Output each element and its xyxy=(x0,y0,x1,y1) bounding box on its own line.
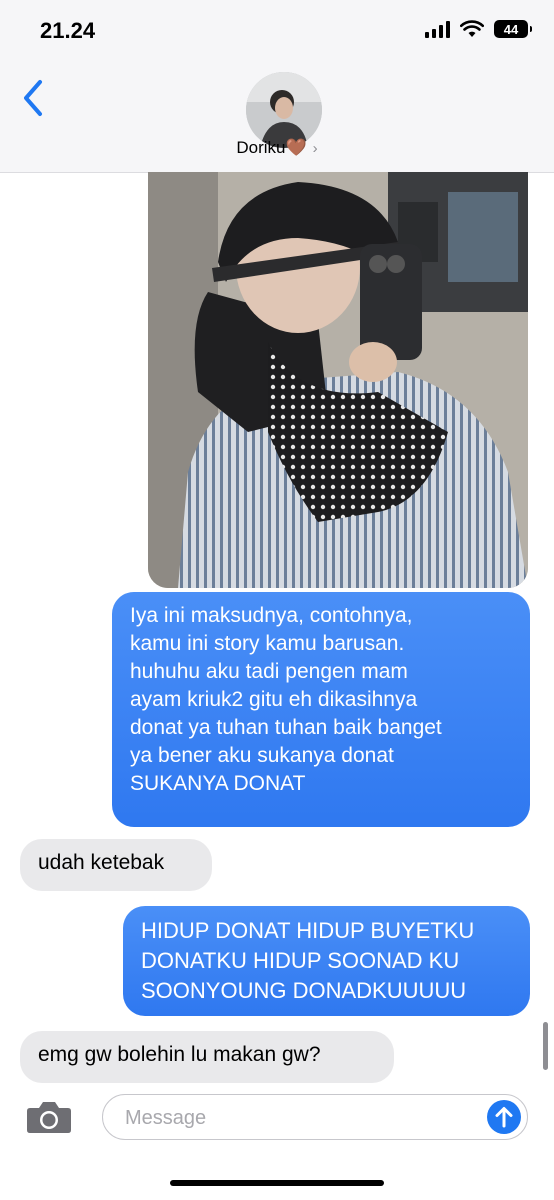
wifi-icon xyxy=(460,20,484,37)
message-line: ayam kriuk2 gitu eh dikasihnya xyxy=(130,688,418,711)
message-field[interactable] xyxy=(102,1094,528,1140)
message-line: ya bener aku sukanya donat xyxy=(130,744,394,767)
home-indicator[interactable] xyxy=(170,1180,384,1186)
message-line: kamu ini story kamu barusan. xyxy=(130,632,405,655)
send-arrow-icon xyxy=(495,1107,513,1128)
message-line: udah ketebak xyxy=(38,851,165,874)
conversation-header: 21.24 44 Doriku🤎 › xyxy=(0,0,554,173)
message-bubble-outgoing[interactable]: Iya ini maksudnya, contohnya, kamu ini s… xyxy=(112,592,530,827)
status-icons: 44 xyxy=(425,20,532,38)
signal-icon xyxy=(425,20,450,38)
message-line: DONATKU HIDUP SOONAD KU xyxy=(141,948,460,973)
message-bubble-incoming[interactable]: udah ketebak xyxy=(20,839,212,891)
battery-icon: 44 xyxy=(494,20,532,38)
status-time: 21.24 xyxy=(40,18,96,43)
message-bubble-incoming[interactable]: emg gw bolehin lu makan gw? xyxy=(20,1031,394,1083)
message-bubble-outgoing[interactable]: HIDUP DONAT HIDUP BUYETKU DONATKU HIDUP … xyxy=(123,906,530,1016)
message-photo[interactable] xyxy=(148,172,528,588)
contact-name-row[interactable]: Doriku🤎 › xyxy=(0,138,554,158)
message-line: SUKANYA DONAT xyxy=(130,772,306,795)
message-line: Iya ini maksudnya, contohnya, xyxy=(130,604,413,627)
battery-level: 44 xyxy=(503,21,519,37)
scrollbar[interactable] xyxy=(543,1022,548,1070)
message-line: SOONYOUNG DONADKUUUUU xyxy=(141,978,467,1003)
back-chevron-icon[interactable] xyxy=(14,74,54,122)
message-line: huhuhu aku tadi pengen mam xyxy=(130,660,408,683)
message-line: emg gw bolehin lu makan gw? xyxy=(38,1043,321,1066)
chevron-right-icon: › xyxy=(312,140,318,157)
contact-avatar[interactable] xyxy=(246,72,322,148)
message-line: donat ya tuhan tuhan baik banget xyxy=(130,716,442,739)
avatar-image xyxy=(246,72,322,148)
message-line: HIDUP DONAT HIDUP BUYETKU xyxy=(141,918,475,943)
contact-name: Doriku🤎 xyxy=(236,138,307,157)
camera-icon[interactable] xyxy=(26,1100,72,1134)
send-button[interactable] xyxy=(487,1100,521,1134)
message-input[interactable] xyxy=(123,1103,467,1133)
photo-image xyxy=(148,172,528,588)
